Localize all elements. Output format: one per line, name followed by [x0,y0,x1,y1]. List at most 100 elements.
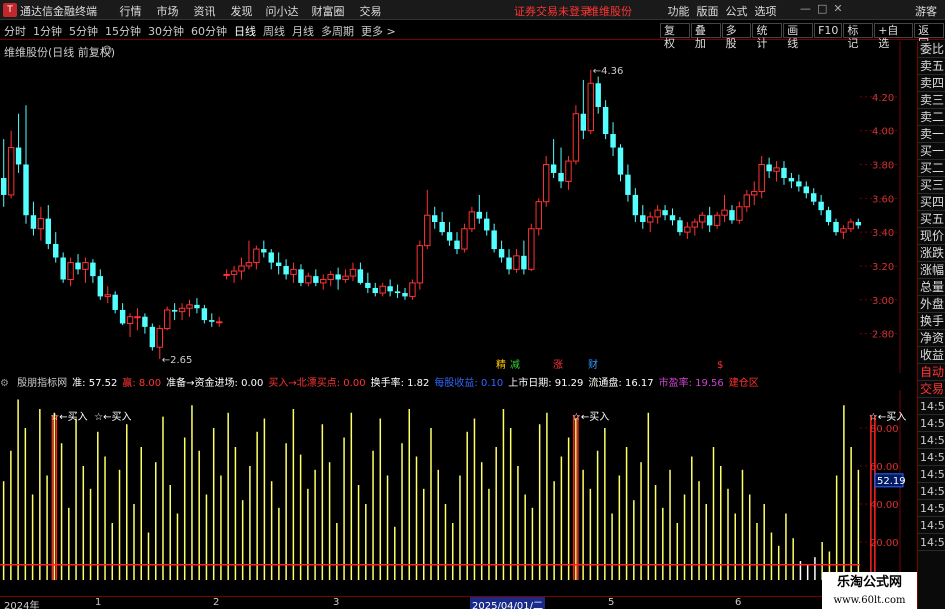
time-axis-label-6: 6 [735,597,742,608]
candle-body [283,265,289,275]
quote-field-4: 卖二 [918,110,945,126]
period-tab-6[interactable]: 日线 [234,23,256,39]
menu-item-wealth[interactable]: 财富圈 [304,3,352,19]
candle-body [223,273,230,276]
menu-item-news[interactable]: 资讯 [186,3,223,19]
candle-body [90,262,96,277]
tick-time: 14:56 [918,502,945,517]
quote-field-11: 现价 [918,229,945,245]
candle-body [595,83,601,107]
time-axis-label-4: 2025/04/01/二 [470,597,546,609]
event-marker[interactable]: 精 [496,358,506,371]
quote-field-8: 买三 [918,178,945,194]
candle-body [773,167,780,172]
menu-item-trade[interactable]: 交易 [352,3,389,19]
period-tab-0[interactable]: 分时 [4,23,26,39]
indicator-chart[interactable]: 80.00 60.00 40.00 20.00 ☆←买入 ☆←买入 ☆←买入 ☆←买入 52.1… [0,390,917,595]
tool-button-4[interactable]: 画线 [783,23,814,50]
indicator-field-5: 每股收益: 0.10 [434,378,504,389]
quote-field-1: 卖五 [918,59,945,75]
watermark-brand: 乐淘公式网 [822,572,917,594]
buy-signal-label: ☆←买入 [50,411,87,423]
low-price-label: ←2.65 [162,355,193,366]
tool-button-1[interactable]: 叠加 [690,23,721,50]
candle-body [178,307,186,313]
event-marker[interactable]: 财 [588,358,598,371]
menu-item-options[interactable]: 选项 [751,3,780,19]
indicator-field-9: 建仓区 [728,378,759,389]
period-tab-2[interactable]: 5分钟 [69,23,98,39]
quote-field-10: 买五 [918,212,945,228]
candle-body [476,211,483,219]
candle-body [253,248,260,264]
quote-field-0: 委比 [918,42,945,58]
candle-body [558,172,564,182]
indicator-field-7: 流通盘: 16.17 [588,378,654,389]
candle-body [53,243,59,258]
dividend-marker[interactable]: $ [717,360,723,371]
candle-body [669,215,676,221]
candle-body [521,255,527,270]
indicator-field-3: 买入→北漂买点: 0.00 [268,378,366,389]
period-tab-3[interactable]: 15分钟 [105,23,141,39]
app-name: 通达信金融终端 [20,5,97,18]
event-marker[interactable]: 减 [510,359,520,371]
indicator-name[interactable]: 殷朋指标网 [17,378,67,389]
indicator-field-1: 赢: 8.00 [122,378,162,389]
candle-body [186,304,193,309]
menu-item-layout[interactable]: 版面 [693,3,722,19]
tool-button-8[interactable]: 返回 [914,23,944,50]
kline-chart[interactable]: 4.20 4.00 3.80 3.60 3.40 3.20 3.00 2.80 ←4.36 ←2.… [0,41,917,373]
menu-item-function[interactable]: 功能 [664,3,693,19]
menu-item-market[interactable]: 市场 [149,3,186,19]
y-tick-label: 3.80 [872,160,894,171]
candle-body [409,282,416,297]
candle-body [825,210,832,222]
candle-body [349,268,357,277]
auto-toggle[interactable]: 自动 [918,364,945,381]
maximize-icon[interactable]: □ [817,2,827,15]
candle-body [706,215,713,226]
period-tab-10[interactable]: 更多 > [361,23,396,39]
candle-body [565,160,572,182]
tool-button-7[interactable]: +自选 [874,23,914,50]
tool-button-6[interactable]: 标记 [843,23,874,50]
candle-body [230,270,238,275]
candle-body [342,275,349,281]
period-tab-7[interactable]: 周线 [263,23,285,39]
period-tab-9[interactable]: 多周期 [321,23,354,39]
indicator-settings-icon[interactable]: ⚙ [0,378,12,389]
quote-field-14: 总量 [918,280,945,296]
period-tab-4[interactable]: 30分钟 [148,23,184,39]
candle-body [818,201,824,211]
login-notice[interactable]: 证券交易未登录 [514,3,591,19]
candle-body [119,309,126,324]
candle-body [424,214,431,247]
guest-user[interactable]: 游客 [915,3,937,19]
close-icon[interactable]: ✕ [833,2,842,15]
current-value-label: 52.19 [877,476,906,487]
candle-body [647,216,654,223]
period-tab-1[interactable]: 1分钟 [33,23,62,39]
event-marker[interactable]: 涨 [553,359,563,371]
tool-button-2[interactable]: 多股 [721,23,752,50]
tool-button-3[interactable]: 统计 [752,23,783,50]
trade-toggle[interactable]: 交易 [918,381,945,398]
menu-item-discover[interactable]: 发现 [223,3,260,19]
menu-item-formula[interactable]: 公式 [722,3,751,19]
menu-item-ask[interactable]: 问小达 [260,3,304,19]
candle-body [513,255,520,270]
candle-body [290,268,297,275]
candle-body [1,178,7,195]
period-tab-8[interactable]: 月线 [292,23,314,39]
time-axis-label-2: 2 [213,597,220,608]
tool-button-5[interactable]: F10 [814,23,843,38]
period-tab-5[interactable]: 60分钟 [191,23,227,39]
minimize-icon[interactable]: — [800,2,811,15]
y-tick-label: 3.00 [872,296,894,307]
candle-body [758,163,765,193]
menu-item-quotes[interactable]: 行情 [112,3,149,19]
tool-button-0[interactable]: 复权 [660,23,690,50]
candle-body [432,215,438,222]
candle-body [313,276,319,283]
